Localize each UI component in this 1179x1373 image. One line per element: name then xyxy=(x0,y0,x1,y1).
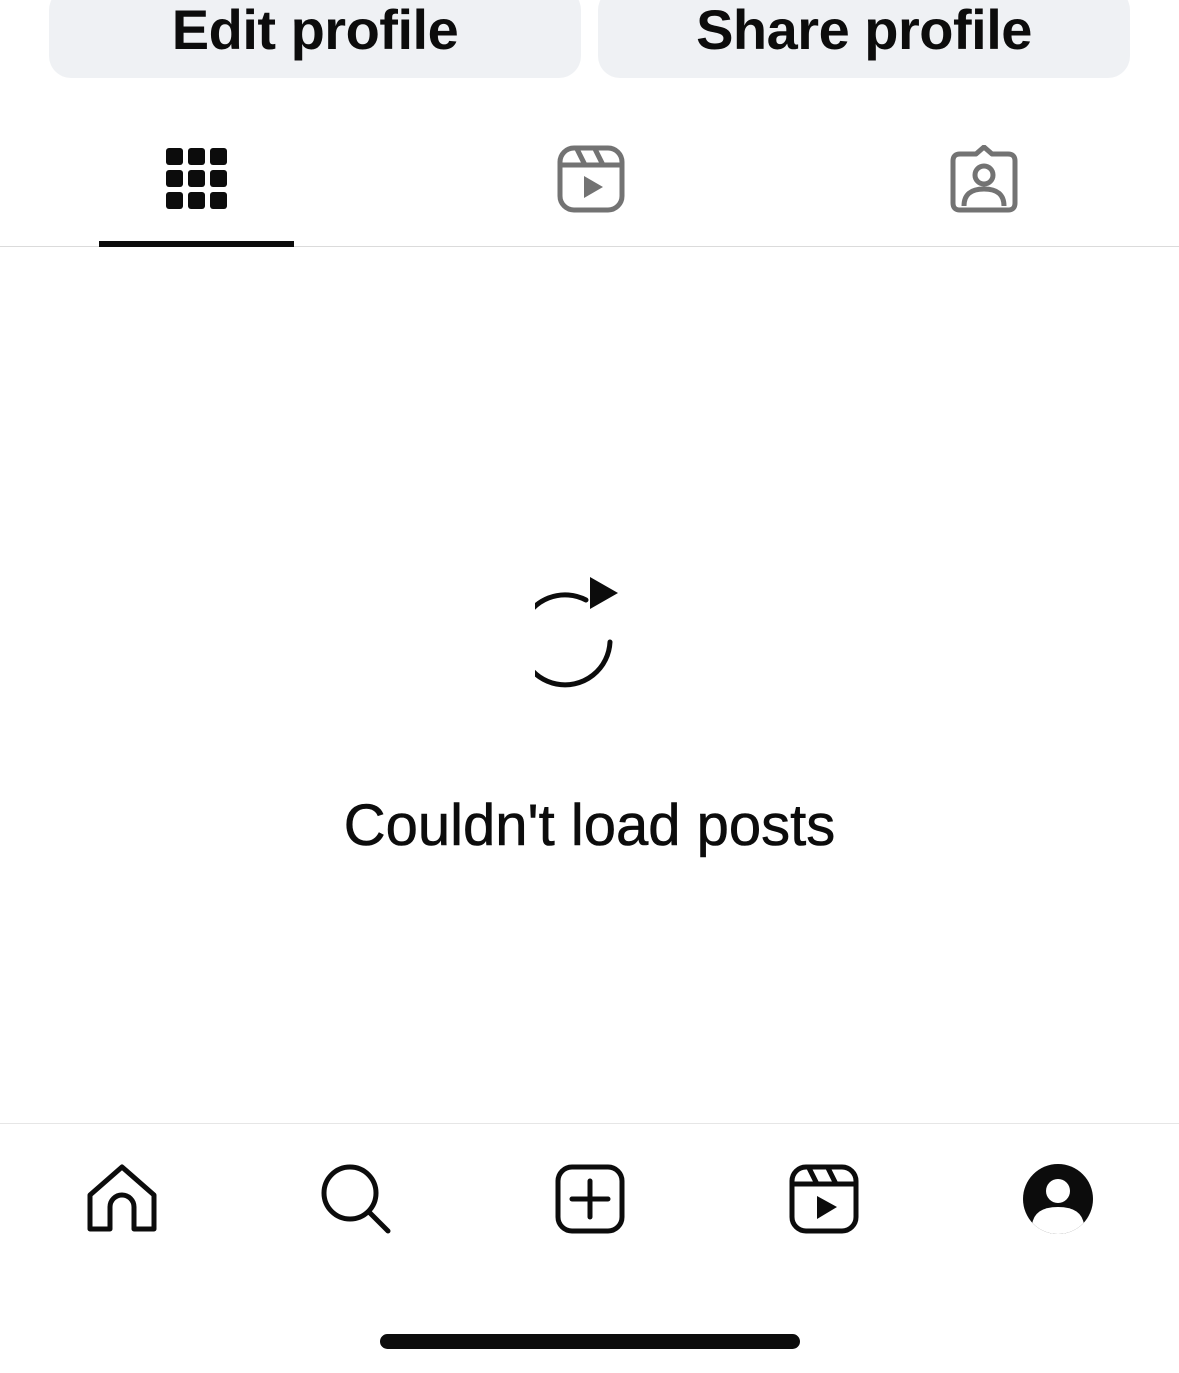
error-message: Couldn't load posts xyxy=(343,793,836,859)
nav-profile[interactable] xyxy=(1013,1154,1103,1244)
profile-tabs xyxy=(0,110,1179,247)
reels-icon xyxy=(789,1164,859,1234)
nav-create[interactable] xyxy=(545,1154,635,1244)
nav-home[interactable] xyxy=(77,1154,167,1244)
retry-button[interactable] xyxy=(517,570,645,695)
profile-avatar-icon xyxy=(1023,1164,1093,1234)
share-profile-button[interactable]: Share profile xyxy=(598,0,1130,78)
edit-profile-button[interactable]: Edit profile xyxy=(49,0,581,78)
create-plus-icon xyxy=(555,1164,625,1234)
refresh-icon xyxy=(517,577,618,688)
nav-search[interactable] xyxy=(311,1154,401,1244)
home-indicator xyxy=(380,1334,800,1349)
home-icon xyxy=(87,1164,157,1232)
tab-reels[interactable] xyxy=(493,110,688,247)
profile-screen: Edit profile Share profile Couldn't load… xyxy=(0,0,1179,1373)
tab-posts[interactable] xyxy=(99,110,294,247)
tagged-person-icon xyxy=(950,144,1017,212)
grid-icon xyxy=(165,147,227,209)
tab-tagged[interactable] xyxy=(886,110,1081,247)
nav-reels[interactable] xyxy=(779,1154,869,1244)
reels-icon xyxy=(557,145,624,212)
active-tab-indicator xyxy=(99,241,294,247)
search-icon xyxy=(321,1164,391,1234)
